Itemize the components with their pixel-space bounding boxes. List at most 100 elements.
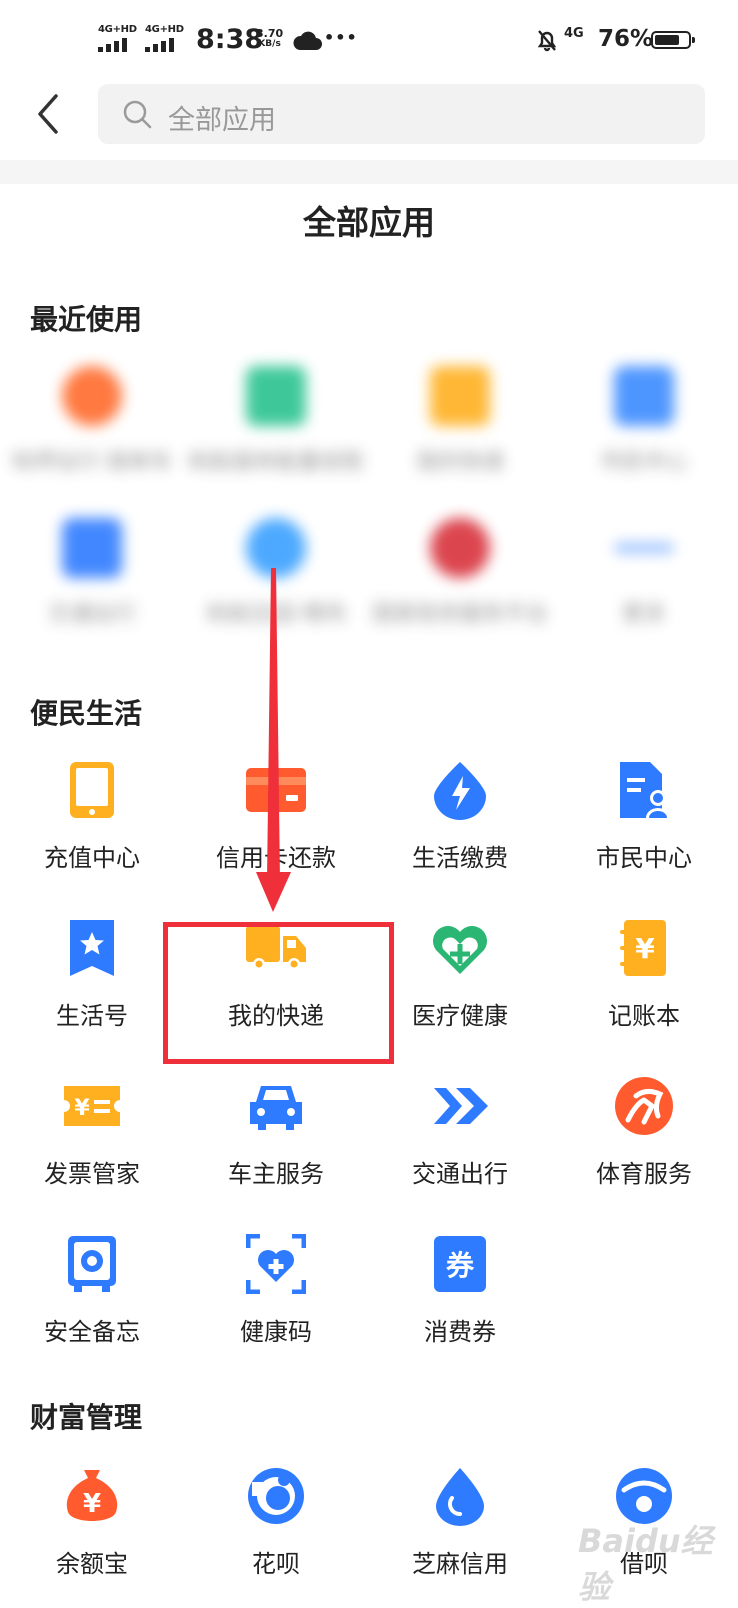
recent-app-icon (246, 518, 306, 578)
credit-card-icon (246, 768, 306, 812)
health-code-icon (246, 1234, 306, 1294)
recent-app-item[interactable]: 交通出行 (0, 518, 184, 658)
app-label: 健康码 (240, 1318, 312, 1346)
search-bar[interactable]: 全部应用 (98, 84, 705, 144)
svg-text:¥: ¥ (83, 1489, 101, 1519)
svg-text:¥: ¥ (74, 1096, 90, 1121)
recent-app-label: 国家政务服务平台 (371, 602, 548, 627)
app-credit-card-repay[interactable]: 信用卡还款 (184, 760, 368, 900)
recent-app-icon (62, 518, 122, 578)
speed-unit: KB/s (258, 39, 281, 49)
back-arrow-icon (38, 94, 58, 134)
section-title-wealth: 财富管理 (30, 1401, 143, 1434)
utility-bill-icon (434, 762, 486, 820)
recent-app-label: 更多 (621, 602, 666, 627)
speed-value: 3.70 (256, 27, 284, 40)
car-icon (250, 1086, 302, 1130)
battery-icon (651, 31, 695, 49)
search-placeholder: 全部应用 (168, 105, 276, 136)
invoice-icon: ¥ (64, 1086, 120, 1126)
sports-icon (615, 1077, 673, 1135)
yuebao-icon: ¥ (66, 1470, 118, 1521)
recent-app-icon (430, 518, 490, 578)
recent-app-icon (246, 366, 306, 426)
signal-label: 4G+HD (98, 24, 137, 35)
app-label: 消费券 (424, 1318, 496, 1346)
app-label: 市民中心 (596, 844, 692, 872)
recent-app-label: 市民中心 (599, 450, 688, 475)
watermark-logo: Baidu经验 (566, 1510, 726, 1606)
app-invoice-manager[interactable]: ¥ 发票管家 (0, 1076, 184, 1216)
app-coupon[interactable]: 券 消费券 (368, 1234, 552, 1374)
app-sesame-credit[interactable]: 芝麻信用 (368, 1466, 552, 1606)
svg-text:券: 券 (446, 1249, 475, 1282)
transport-arrows-icon (434, 1088, 488, 1124)
app-transport[interactable]: 交通出行 (368, 1076, 552, 1216)
app-label: 信用卡还款 (216, 844, 336, 872)
status-bar: 4G+HD 4G+HD 8:38 3.70 KB/s ••• 4G 76% (0, 0, 738, 80)
app-recharge-center[interactable]: 充值中心 (0, 760, 184, 900)
recent-app-item[interactable]: 我的快递 (368, 366, 552, 506)
recent-app-icon (62, 366, 122, 426)
recent-app-item[interactable]: 市民中心 (552, 366, 736, 506)
app-yuebao[interactable]: ¥ 余额宝 (0, 1466, 184, 1606)
app-huabei[interactable]: 花呗 (184, 1466, 368, 1606)
search-icon (123, 100, 152, 129)
recent-app-label: 哈啰出行·骑单车 (11, 450, 173, 475)
recent-app-label: 蚂蚁庄园·喂鸡 (206, 602, 346, 627)
app-life-account[interactable]: 生活号 (0, 918, 184, 1058)
ledger-book-icon: ¥ (620, 920, 666, 976)
recent-app-item[interactable]: 蚂蚁庄园·喂鸡 (184, 518, 368, 658)
medical-health-icon (433, 926, 487, 974)
app-label: 充值中心 (44, 844, 140, 872)
app-car-owner-service[interactable]: 车主服务 (184, 1076, 368, 1216)
app-utility-payment[interactable]: 生活缴费 (368, 760, 552, 900)
recent-app-item[interactable]: 国家政务服务平台 (368, 518, 552, 658)
app-label: 生活缴费 (412, 844, 508, 872)
page-title: 全部应用 (303, 203, 435, 242)
recent-app-label: 蚂蚁森林能量收取 (187, 450, 364, 475)
app-medical-health[interactable]: 医疗健康 (368, 918, 552, 1058)
app-label: 余额宝 (56, 1550, 128, 1578)
recent-app-label: 交通出行 (47, 602, 136, 627)
app-label: 交通出行 (412, 1160, 508, 1188)
header-divider (0, 160, 738, 184)
back-button[interactable] (30, 90, 70, 138)
app-health-code[interactable]: 健康码 (184, 1234, 368, 1374)
app-label: 体育服务 (596, 1160, 692, 1188)
recent-app-item[interactable]: 蚂蚁森林能量收取 (184, 366, 368, 506)
svg-text:¥: ¥ (635, 932, 655, 965)
phone-recharge-icon (70, 762, 114, 818)
section-title-life: 便民生活 (30, 697, 143, 730)
app-label: 安全备忘 (44, 1318, 140, 1346)
app-label: 车主服务 (228, 1160, 324, 1188)
network-type: 4G (564, 26, 584, 41)
app-sports-service[interactable]: 体育服务 (552, 1076, 736, 1216)
huabei-icon (248, 1468, 304, 1524)
recent-app-item[interactable]: 哈啰出行·骑单车 (0, 366, 184, 506)
sesame-credit-icon (436, 1468, 484, 1526)
app-security-memo[interactable]: 安全备忘 (0, 1234, 184, 1374)
signal-label-2: 4G+HD (145, 24, 184, 35)
coupon-icon: 券 (434, 1236, 486, 1292)
app-label: 生活号 (56, 1002, 128, 1030)
section-title-recent: 最近使用 (30, 303, 143, 336)
mute-bell-icon (537, 30, 557, 52)
app-label: 芝麻信用 (412, 1550, 508, 1578)
safe-box-icon (68, 1236, 116, 1292)
recent-app-item[interactable]: 更多 (552, 518, 736, 658)
app-label: 花呗 (252, 1550, 300, 1578)
app-ledger[interactable]: ¥ 记账本 (552, 918, 736, 1058)
more-notifications-icon: ••• (324, 28, 358, 47)
annotation-highlight-box (163, 922, 394, 1064)
signal-icon-2: 4G+HD (145, 24, 189, 54)
recent-app-icon (614, 366, 674, 426)
signal-icon: 4G+HD (98, 24, 142, 54)
watermark-text: Baidu经验 (578, 1522, 713, 1606)
app-label: 发票管家 (44, 1160, 140, 1188)
battery-percentage: 76% (598, 26, 654, 52)
recent-app-icon (614, 543, 674, 553)
app-citizen-center[interactable]: 市民中心 (552, 760, 736, 900)
clock: 8:38 (196, 24, 264, 55)
network-speed: 3.70 KB/s (256, 28, 283, 50)
